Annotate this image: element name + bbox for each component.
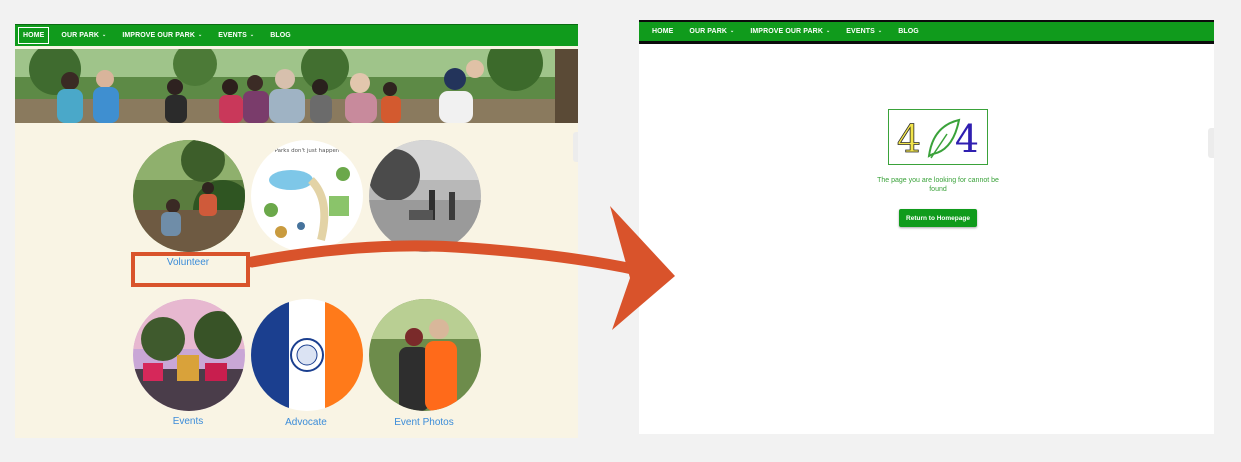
leaf-stem [930, 133, 948, 159]
nav-improve-label: IMPROVE OUR PARK [750, 28, 823, 35]
chevron-down-icon: ⌄ [249, 32, 255, 38]
nav-events[interactable]: EVENTS ⌄ [210, 27, 262, 44]
nav-blog-label: BLOG [270, 32, 291, 39]
volunteer-tile[interactable] [133, 140, 245, 252]
side-scroll-tab[interactable] [573, 132, 578, 162]
404-leaf-logo: 4 4 [897, 117, 980, 162]
nav-our-park[interactable]: OUR PARK ⌄ [53, 27, 114, 44]
nav-events-label: EVENTS [846, 28, 875, 35]
nav-improve-label: IMPROVE OUR PARK [122, 32, 195, 39]
navbar: HOME OUR PARK ⌄ IMPROVE OUR PARK ⌄ EVENTS ⌄… [15, 24, 578, 46]
nav-home-label: HOME [652, 28, 674, 35]
chevron-down-icon: ⌄ [197, 32, 203, 38]
event-photos-link[interactable]: Event Photos [354, 417, 494, 428]
return-to-homepage-button[interactable]: Return to Homepage [899, 209, 977, 227]
nav-home[interactable]: HOME [644, 23, 681, 40]
logo-digit-four-yellow: 4 [897, 117, 921, 161]
nav-our-park-label: OUR PARK [689, 28, 728, 35]
nav-home[interactable]: HOME [18, 27, 50, 44]
volunteer-photo [133, 140, 245, 252]
volunteers-banner-image [15, 49, 578, 123]
nav-events-label: EVENTS [218, 32, 247, 39]
nav-home-label: HOME [23, 32, 45, 39]
nav-blog-label: BLOG [898, 28, 919, 35]
nav-our-park-label: OUR PARK [61, 32, 100, 39]
side-scroll-tab[interactable] [1208, 128, 1214, 158]
nav-improve-our-park[interactable]: IMPROVE OUR PARK ⌄ [114, 27, 210, 44]
chevron-down-icon: ⌄ [877, 28, 883, 34]
nav-blog[interactable]: BLOG [262, 27, 299, 44]
chevron-down-icon: ⌄ [102, 32, 107, 38]
transition-arrow-icon [250, 206, 675, 330]
logo-digit-four-blue: 4 [955, 117, 979, 161]
volunteer-highlight-box [131, 252, 250, 287]
nav-improve-our-park[interactable]: IMPROVE OUR PARK ⌄ [742, 23, 838, 40]
events-tile[interactable] [133, 299, 245, 411]
chevron-down-icon: ⌄ [825, 28, 831, 34]
hero-photo [15, 49, 578, 123]
nav-blog[interactable]: BLOG [890, 23, 927, 40]
nav-events[interactable]: EVENTS ⌄ [838, 23, 890, 40]
nav-our-park[interactable]: OUR PARK ⌄ [681, 23, 742, 40]
navbar: HOME OUR PARK ⌄ IMPROVE OUR PARK ⌄ EVENTS ⌄… [639, 20, 1214, 44]
illustration-caption: Parks don't just happen [275, 148, 340, 154]
events-photo [133, 299, 245, 411]
404-logo: 4 4 [888, 109, 988, 165]
404-screenshot: HOME OUR PARK ⌄ IMPROVE OUR PARK ⌄ EVENTS ⌄… [639, 20, 1214, 434]
not-found-message: The page you are looking for cannot be f… [877, 177, 999, 193]
chevron-down-icon: ⌄ [730, 28, 735, 34]
